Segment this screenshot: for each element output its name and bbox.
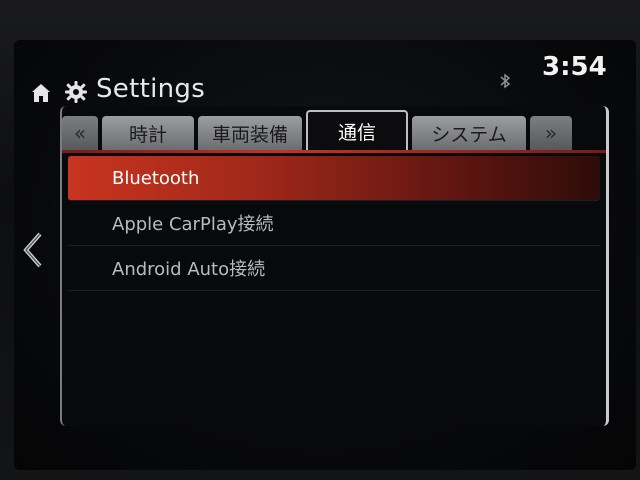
tab-system[interactable]: システム	[412, 116, 526, 150]
menu-item-apple-carplay[interactable]: Apple CarPlay接続	[68, 201, 600, 246]
tab-bar: « 時計 車両装備 通信 システム »	[62, 106, 606, 150]
tab-communication[interactable]: 通信	[306, 110, 408, 150]
page-title: Settings	[96, 74, 206, 104]
clock: 3:54	[542, 52, 607, 82]
tab-clock[interactable]: 時計	[102, 116, 194, 150]
menu-item-android-auto[interactable]: Android Auto接続	[68, 246, 600, 291]
chevron-left-icon[interactable]	[18, 228, 50, 272]
bluetooth-icon	[500, 73, 511, 89]
tab-underline	[62, 150, 606, 153]
gear-icon	[65, 81, 87, 103]
tab-scroll-right-button[interactable]: »	[530, 116, 572, 150]
screen: Settings 3:54 « 時計 車両装備 通信 システム » Blueto…	[14, 40, 636, 470]
tab-vehicle-equipment[interactable]: 車両装備	[198, 116, 302, 150]
tab-scroll-left-button[interactable]: «	[62, 116, 98, 150]
menu-list: Bluetooth Apple CarPlay接続 Android Auto接続	[68, 156, 600, 291]
home-icon[interactable]	[30, 82, 52, 104]
menu-item-bluetooth[interactable]: Bluetooth	[68, 156, 600, 201]
settings-panel: « 時計 車両装備 通信 システム » Bluetooth Apple CarP…	[60, 106, 609, 426]
status-bar: Settings 3:54	[14, 40, 636, 104]
